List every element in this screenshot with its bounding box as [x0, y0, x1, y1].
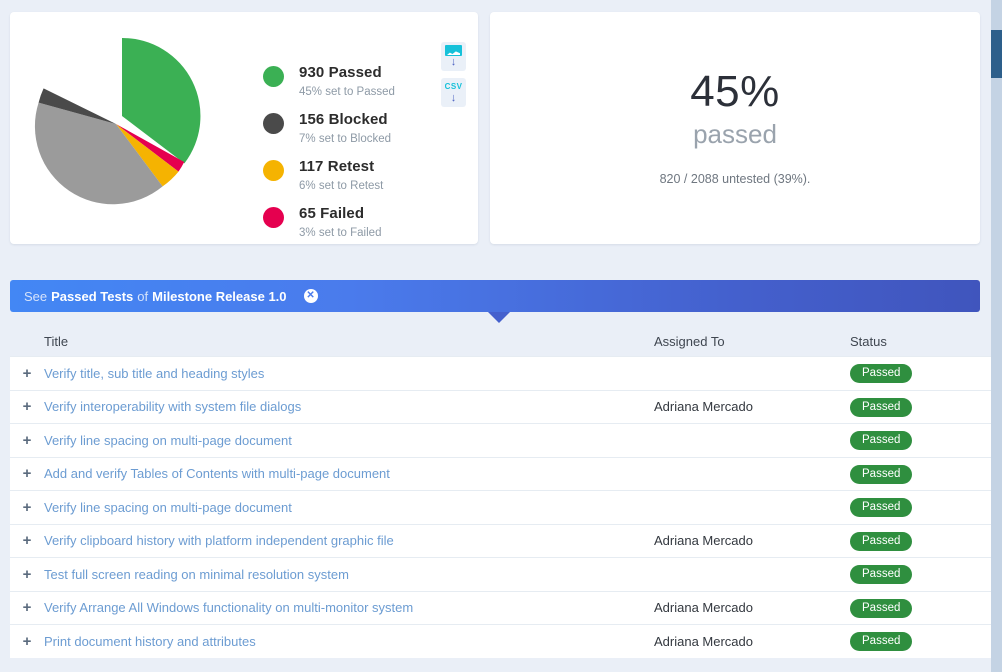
table-row[interactable]: +Verify clipboard history with platform …: [10, 524, 992, 558]
csv-label: CSV: [445, 82, 463, 92]
cell-assigned-to: Adriana Mercado: [654, 399, 850, 414]
page-scrollbar[interactable]: [991, 0, 1002, 672]
pass-rate-content: 45% passed 820 / 2088 untested (39%).: [490, 68, 980, 186]
filter-prefix: See: [24, 289, 47, 304]
legend-passed-count: 930 Passed: [299, 64, 382, 81]
table-row[interactable]: +Print document history and attributesAd…: [10, 624, 992, 658]
cell-title[interactable]: Verify interoperability with system file…: [44, 399, 654, 414]
legend-retest-detail: 6% set to Retest: [299, 180, 383, 192]
status-badge: Passed: [850, 398, 912, 417]
table-row[interactable]: +Verify title, sub title and heading sty…: [10, 356, 992, 390]
expand-row-icon[interactable]: +: [10, 533, 44, 548]
legend-dot-failed-icon: [263, 207, 284, 228]
cell-status: Passed: [850, 363, 992, 383]
download-image-button[interactable]: ↓: [441, 42, 466, 71]
pass-rate-card: 45% passed 820 / 2088 untested (39%).: [490, 12, 980, 244]
cell-title[interactable]: Add and verify Tables of Contents with m…: [44, 466, 654, 481]
summary-cards-row: 930 Passed 45% set to Passed 156 Blocked…: [0, 0, 1002, 244]
legend-dot-retest-icon: [263, 160, 284, 181]
status-badge: Passed: [850, 431, 912, 450]
cell-title[interactable]: Verify clipboard history with platform i…: [44, 533, 654, 548]
untested-note: 820 / 2088 untested (39%).: [490, 172, 980, 186]
table-header-row: Title Assigned To Status: [10, 326, 992, 356]
legend-blocked-detail: 7% set to Blocked: [299, 133, 391, 145]
expand-row-icon[interactable]: +: [10, 399, 44, 414]
expand-row-icon[interactable]: +: [10, 500, 44, 515]
export-buttons: ↓ CSV ↓: [441, 42, 466, 114]
legend-blocked-count: 156 Blocked: [299, 111, 388, 128]
status-badge: Passed: [850, 364, 912, 383]
status-breakdown-card: 930 Passed 45% set to Passed 156 Blocked…: [10, 12, 478, 244]
legend-failed-detail: 3% set to Failed: [299, 227, 381, 239]
column-header-title[interactable]: Title: [44, 334, 654, 349]
cell-status: Passed: [850, 564, 992, 584]
cell-assigned-to: Adriana Mercado: [654, 533, 850, 548]
table-row[interactable]: +Verify line spacing on multi-page docum…: [10, 490, 992, 524]
download-csv-button[interactable]: CSV ↓: [441, 78, 466, 107]
cell-status: Passed: [850, 531, 992, 551]
active-filter-bar: See Passed Tests of Milestone Release 1.…: [10, 280, 980, 312]
legend-passed-detail: 45% set to Passed: [299, 86, 395, 98]
status-badge: Passed: [850, 498, 912, 517]
pass-rate-percent: 45%: [490, 68, 980, 116]
legend-item-retest: 117 Retest 6% set to Retest: [225, 158, 478, 194]
test-results-table: Title Assigned To Status +Verify title, …: [10, 326, 992, 658]
cell-status: Passed: [850, 497, 992, 517]
table-row[interactable]: +Test full screen reading on minimal res…: [10, 557, 992, 591]
cell-title[interactable]: Verify line spacing on multi-page docume…: [44, 433, 654, 448]
cell-status: Passed: [850, 397, 992, 417]
status-badge: Passed: [850, 465, 912, 484]
table-row[interactable]: +Verify Arrange All Windows functionalit…: [10, 591, 992, 625]
page-root: 930 Passed 45% set to Passed 156 Blocked…: [0, 0, 1002, 672]
legend-failed-count: 65 Failed: [299, 205, 364, 222]
status-badge: Passed: [850, 599, 912, 618]
cell-assigned-to: Adriana Mercado: [654, 634, 850, 649]
chart-image-icon: [445, 45, 462, 56]
expand-row-icon[interactable]: +: [10, 567, 44, 582]
cell-title[interactable]: Verify Arrange All Windows functionality…: [44, 600, 654, 615]
table-row[interactable]: +Verify interoperability with system fil…: [10, 390, 992, 424]
status-badge: Passed: [850, 565, 912, 584]
cell-status: Passed: [850, 598, 992, 618]
legend-item-failed: 65 Failed 3% set to Failed: [225, 205, 478, 241]
pie-chart-container: [10, 12, 225, 244]
table-body: +Verify title, sub title and heading sty…: [10, 356, 992, 658]
cell-assigned-to: Adriana Mercado: [654, 600, 850, 615]
status-pie-chart: [28, 34, 208, 224]
filter-scope: Milestone Release 1.0: [152, 289, 286, 304]
expand-row-icon[interactable]: +: [10, 600, 44, 615]
cell-status: Passed: [850, 464, 992, 484]
cell-title[interactable]: Verify line spacing on multi-page docume…: [44, 500, 654, 515]
cell-status: Passed: [850, 430, 992, 450]
filter-joiner: of: [137, 289, 148, 304]
status-badge: Passed: [850, 632, 912, 651]
legend-retest-count: 117 Retest: [299, 158, 374, 175]
legend-item-blocked: 156 Blocked 7% set to Blocked: [225, 111, 478, 147]
expand-row-icon[interactable]: +: [10, 634, 44, 649]
filter-caret-icon: [488, 312, 510, 323]
column-header-status[interactable]: Status: [850, 334, 992, 349]
expand-row-icon[interactable]: +: [10, 466, 44, 481]
cell-title[interactable]: Verify title, sub title and heading styl…: [44, 366, 654, 381]
table-row[interactable]: +Add and verify Tables of Contents with …: [10, 457, 992, 491]
expand-row-icon[interactable]: +: [10, 433, 44, 448]
cell-status: Passed: [850, 631, 992, 651]
scrollbar-thumb[interactable]: [991, 30, 1002, 78]
active-filter-zone: See Passed Tests of Milestone Release 1.…: [10, 280, 980, 312]
download-arrow-icon: ↓: [451, 57, 457, 68]
cell-title[interactable]: Test full screen reading on minimal reso…: [44, 567, 654, 582]
status-badge: Passed: [850, 532, 912, 551]
clear-filter-icon[interactable]: ✕: [304, 289, 318, 303]
download-arrow-icon: ↓: [451, 93, 457, 104]
pass-rate-caption: passed: [490, 118, 980, 150]
legend-dot-blocked-icon: [263, 113, 284, 134]
legend-dot-passed-icon: [263, 66, 284, 87]
table-row[interactable]: +Verify line spacing on multi-page docum…: [10, 423, 992, 457]
column-header-assigned-to[interactable]: Assigned To: [654, 334, 850, 349]
cell-title[interactable]: Print document history and attributes: [44, 634, 654, 649]
filter-subject: Passed Tests: [51, 289, 133, 304]
expand-row-icon[interactable]: +: [10, 366, 44, 381]
